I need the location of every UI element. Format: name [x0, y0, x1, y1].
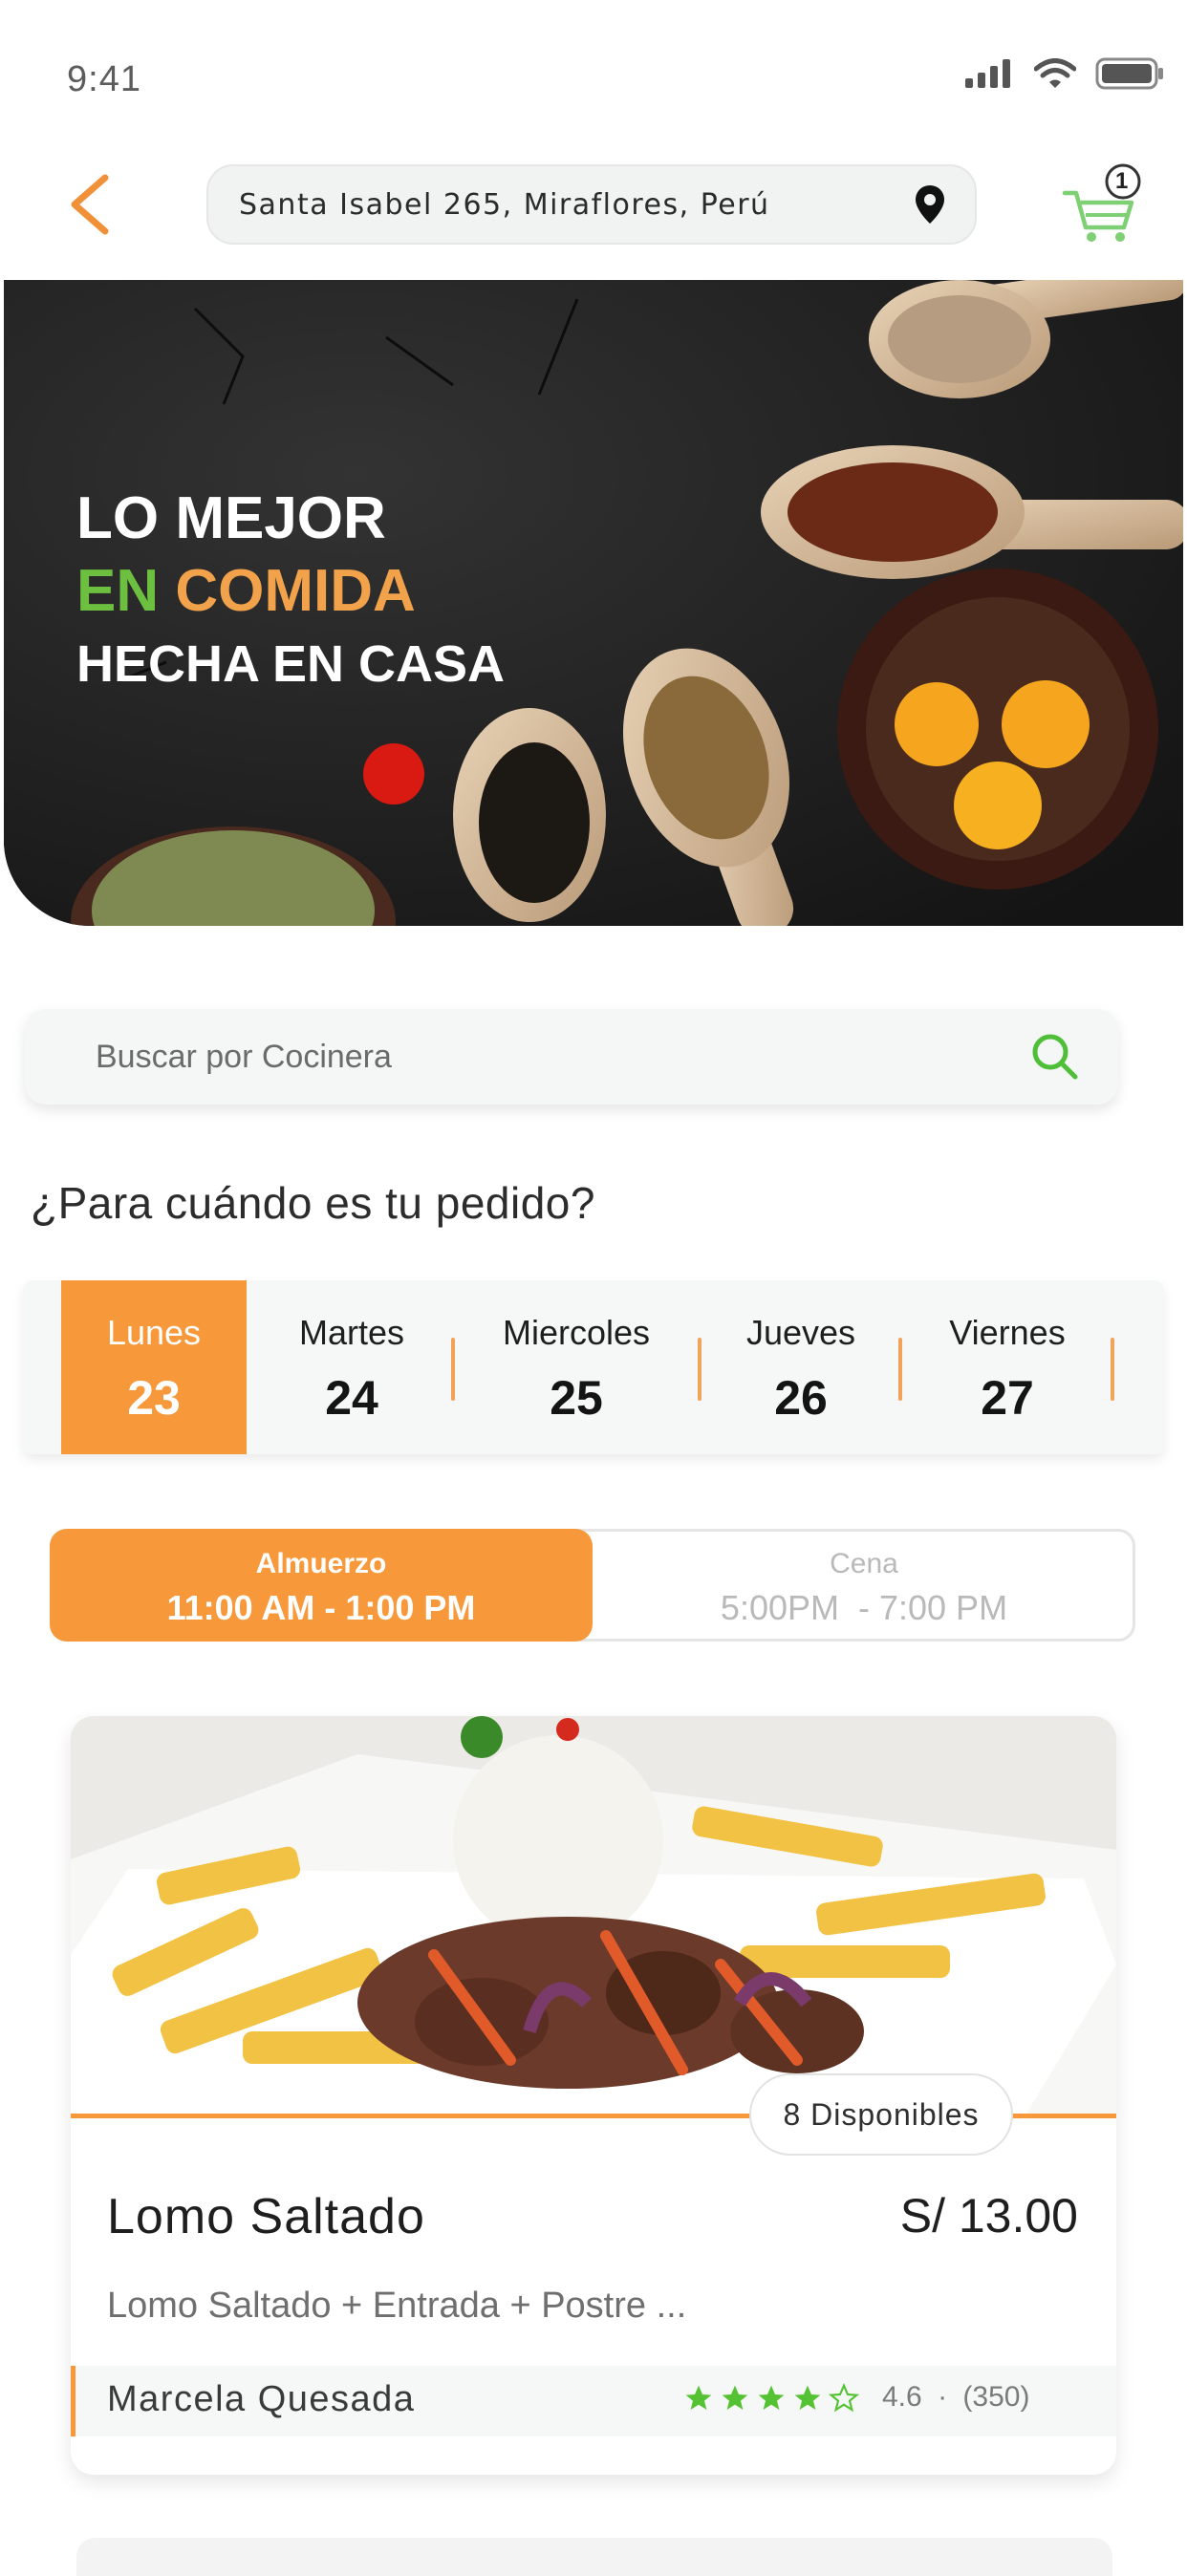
star-rating: [683, 2383, 859, 2414]
cook-row[interactable]: Marcela Quesada 4.6 · (350): [71, 2366, 1116, 2436]
day-divider: [898, 1338, 902, 1401]
star-filled-icon: [758, 2385, 785, 2410]
day-number: 24: [325, 1371, 378, 1425]
hero-line-1: LO MEJOR: [76, 485, 386, 551]
hero-line-2: EN COMIDA: [76, 555, 505, 628]
day-name: Miercoles: [502, 1313, 651, 1352]
hero-headline: LO MEJOR EN COMIDA HECHA EN CASA: [76, 483, 505, 700]
location-pin-icon: [916, 185, 944, 224]
search-bar[interactable]: Buscar por Cocinera: [25, 1009, 1118, 1105]
meal-time-toggle: Almuerzo 11:00 AM - 1:00 PM Cena 5:00PM …: [50, 1529, 1135, 1642]
day-tuesday[interactable]: Martes 24: [256, 1280, 447, 1454]
dish-price: S/ 13.00: [899, 2189, 1078, 2243]
status-icons: [965, 57, 1164, 90]
meal-label: Almuerzo: [255, 1548, 387, 1579]
hero-word-comida: COMIDA: [175, 558, 416, 624]
day-name: Jueves: [745, 1313, 856, 1352]
day-divider: [1111, 1338, 1114, 1401]
back-arrow-icon[interactable]: [63, 172, 115, 237]
star-filled-icon: [794, 2385, 821, 2410]
order-date-question: ¿Para cuándo es tu pedido?: [31, 1178, 595, 1228]
day-name: Viernes: [949, 1313, 1066, 1352]
meal-dinner-option[interactable]: Cena 5:00PM - 7:00 PM: [593, 1529, 1135, 1642]
address-text: Santa Isabel 265, Miraflores, Perú: [239, 187, 770, 222]
rating-summary: 4.6 · (350): [882, 2381, 1029, 2414]
meal-lunch-option[interactable]: Almuerzo 11:00 AM - 1:00 PM: [50, 1529, 593, 1642]
review-count: (350): [962, 2381, 1030, 2413]
cook-name: Marcela Quesada: [107, 2379, 416, 2419]
cart-icon: [1062, 163, 1141, 242]
day-divider: [451, 1338, 455, 1401]
meal-hours: 11:00 AM - 1:00 PM: [166, 1588, 476, 1627]
status-time: 9:41: [67, 59, 141, 99]
day-number: 27: [981, 1371, 1034, 1425]
cart-count-badge: 1: [1115, 168, 1129, 194]
signal-icon: [965, 59, 1010, 88]
dish-name: Lomo Saltado: [107, 2189, 425, 2244]
star-filled-icon: [722, 2385, 748, 2410]
rating-value: 4.6: [882, 2381, 922, 2413]
dish-image: [71, 1716, 1116, 2114]
star-empty-icon: [829, 2383, 859, 2413]
day-number: 26: [774, 1371, 828, 1425]
search-icon[interactable]: [1030, 1032, 1080, 1082]
day-divider: [698, 1338, 701, 1401]
wifi-icon: [1034, 58, 1076, 88]
next-dish-card[interactable]: [76, 2538, 1112, 2576]
hero-word-en: EN: [76, 558, 160, 624]
cart-button[interactable]: 1: [1061, 162, 1147, 248]
meal-hours: 5:00PM - 7:00 PM: [720, 1588, 1008, 1627]
hero-line-3: HECHA EN CASA: [76, 635, 506, 693]
day-friday[interactable]: Viernes 27: [904, 1280, 1111, 1454]
star-filled-icon: [685, 2385, 712, 2410]
battery-icon: [1095, 57, 1163, 90]
day-name: Martes: [298, 1313, 405, 1352]
dish-card[interactable]: 8 Disponibles Lomo Saltado S/ 13.00 Lomo…: [71, 1716, 1116, 2475]
day-number: 23: [127, 1371, 181, 1425]
dish-photo: [71, 1716, 1116, 2114]
rating-separator: ·: [938, 2381, 948, 2413]
dish-description: Lomo Saltado + Entrada + Postre ...: [107, 2286, 687, 2326]
day-number: 25: [550, 1371, 603, 1425]
search-input[interactable]: Buscar por Cocinera: [96, 1039, 1030, 1076]
day-monday[interactable]: Lunes 23: [61, 1280, 247, 1454]
day-wednesday[interactable]: Miercoles 25: [457, 1280, 696, 1454]
availability-badge: 8 Disponibles: [749, 2073, 1013, 2156]
day-selector: Lunes 23 Martes 24 Miercoles 25 Jueves 2…: [23, 1280, 1164, 1454]
day-name: Lunes: [106, 1313, 202, 1352]
day-thursday[interactable]: Jueves 26: [703, 1280, 898, 1454]
meal-label: Cena: [830, 1548, 898, 1579]
address-selector[interactable]: Santa Isabel 265, Miraflores, Perú: [206, 164, 977, 245]
